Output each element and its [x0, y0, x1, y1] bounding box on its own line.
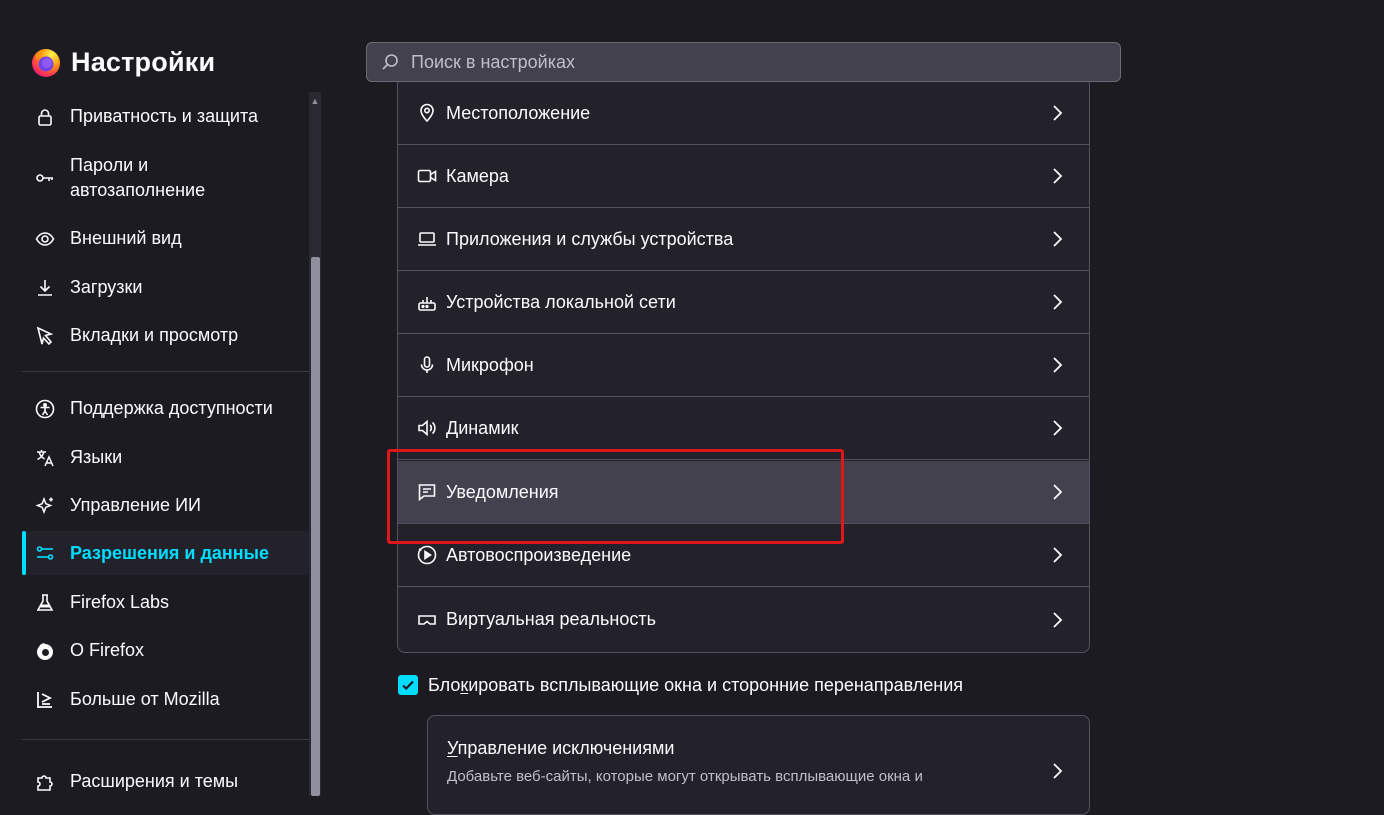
- permission-label: Местоположение: [446, 102, 591, 123]
- sidebar-item-label: Внешний вид: [70, 228, 182, 248]
- sidebar-scrollbar-thumb[interactable]: [311, 257, 320, 796]
- sidebar-item-privacy[interactable]: Приватность и защита: [22, 104, 310, 129]
- mozilla-icon: [34, 689, 56, 711]
- sidebar-item-languages[interactable]: Языки: [22, 445, 310, 470]
- sidebar-item-extensions[interactable]: Расширения и темы: [22, 769, 310, 794]
- sidebar-item-passwords[interactable]: Пароли и автозаполнение: [22, 153, 310, 203]
- puzzle-icon: [34, 771, 56, 793]
- firefox-icon: [34, 640, 56, 662]
- translate-icon: [34, 447, 56, 469]
- block-popups-label[interactable]: Блокировать всплывающие окна и сторонние…: [428, 675, 963, 696]
- sidebar-item-label: Больше от Mozilla: [70, 689, 220, 709]
- flask-icon: [34, 592, 56, 614]
- sidebar-item-tabs[interactable]: Вкладки и просмотр: [22, 323, 310, 348]
- manage-exceptions-title: Управление исключениями: [447, 738, 675, 758]
- notification-icon: [416, 481, 438, 503]
- permission-label: Динамик: [446, 417, 519, 438]
- camera-icon: [416, 165, 438, 187]
- sidebar-item-label: Вкладки и просмотр: [70, 325, 239, 345]
- permission-label: Автовоспроизведение: [446, 544, 632, 565]
- block-popups-setting[interactable]: Блокировать всплывающие окна и сторонние…: [398, 673, 963, 697]
- permission-row-camera[interactable]: Камера: [398, 145, 1089, 208]
- brand-header: Настройки: [30, 44, 215, 80]
- chevron-right-icon: [1053, 611, 1063, 628]
- page-title: Настройки: [71, 46, 216, 77]
- sliders-icon: [34, 542, 56, 564]
- sidebar-nav: Приватность и защита Пароли и автозаполн…: [22, 92, 310, 796]
- sidebar-item-downloads[interactable]: Загрузки: [22, 275, 310, 300]
- permission-row-local-network[interactable]: Устройства локальной сети: [398, 271, 1089, 334]
- chevron-right-icon: [1053, 484, 1063, 500]
- manage-exceptions-button[interactable]: Управление исключениями Добавьте веб-сай…: [427, 715, 1090, 815]
- permission-label: Виртуальная реальность: [446, 609, 656, 629]
- search-input[interactable]: [409, 50, 1069, 74]
- block-popups-checkbox[interactable]: [398, 675, 418, 695]
- chevron-right-icon: [1053, 168, 1063, 184]
- location-icon: [416, 102, 438, 124]
- search-icon: [382, 54, 398, 70]
- permission-label: Камера: [446, 165, 509, 186]
- permission-row-autoplay[interactable]: Автовоспроизведение: [398, 524, 1089, 587]
- laptop-icon: [416, 228, 438, 250]
- permission-row-speaker[interactable]: Динамик: [398, 397, 1089, 460]
- sidebar-item-ai-control[interactable]: Управление ИИ: [22, 493, 310, 518]
- sidebar-item-label: Firefox Labs: [70, 592, 170, 612]
- sidebar-item-label: Расширения и темы: [70, 771, 239, 791]
- sidebar: Настройки Приватность и защита Пароли и …: [0, 0, 322, 796]
- microphone-icon: [416, 354, 438, 376]
- sidebar-item-more-mozilla[interactable]: Больше от Mozilla: [22, 687, 310, 712]
- sidebar-item-label: Разрешения и данные: [70, 542, 270, 563]
- checkmark-icon: [402, 680, 414, 691]
- search-box[interactable]: [366, 42, 1121, 82]
- eye-icon: [34, 228, 56, 250]
- permission-row-device-apps[interactable]: Приложения и службы устройства: [398, 208, 1089, 271]
- permission-row-microphone[interactable]: Микрофон: [398, 334, 1089, 397]
- cursor-icon: [34, 325, 56, 347]
- sidebar-item-accessibility[interactable]: Поддержка доступности: [22, 396, 310, 421]
- sidebar-item-label: О Firefox: [70, 640, 145, 660]
- chevron-right-icon: [1053, 547, 1063, 563]
- autoplay-icon: [416, 544, 438, 566]
- permissions-list: Местоположение Камера Приложения и служб…: [397, 82, 1090, 653]
- sidebar-item-label: Пароли и: [70, 155, 149, 175]
- sidebar-divider: [22, 371, 310, 372]
- permission-label: Микрофон: [446, 354, 534, 375]
- chevron-right-icon: [1053, 231, 1063, 247]
- sidebar-item-permissions[interactable]: Разрешения и данные: [22, 531, 310, 575]
- sidebar-divider: [22, 739, 310, 740]
- chevron-right-icon: [1053, 357, 1063, 373]
- sidebar-item-appearance[interactable]: Внешний вид: [22, 226, 310, 251]
- lock-icon: [34, 106, 56, 128]
- router-icon: [416, 291, 438, 313]
- accessibility-icon: [34, 398, 56, 420]
- chevron-right-icon: [1053, 420, 1063, 436]
- sidebar-item-about[interactable]: О Firefox: [22, 638, 310, 663]
- speaker-icon: [416, 417, 438, 439]
- scroll-up-arrow-icon[interactable]: ▲: [310, 96, 320, 106]
- download-icon: [34, 277, 56, 299]
- chevron-right-icon: [1053, 763, 1063, 779]
- sidebar-item-label: Поддержка доступности: [70, 398, 273, 418]
- permission-row-notifications[interactable]: Уведомления: [398, 461, 1089, 524]
- chevron-right-icon: [1053, 294, 1063, 310]
- manage-exceptions-description: Добавьте веб-сайты, которые могут открыв…: [447, 768, 923, 785]
- chevron-right-icon: [1053, 105, 1063, 121]
- sidebar-item-label: Приватность и защита: [70, 106, 259, 126]
- permission-label: Приложения и службы устройства: [446, 228, 734, 249]
- permission-label: Устройства локальной сети: [446, 291, 676, 312]
- sidebar-item-label-line2: автозаполнение: [70, 180, 206, 200]
- key-icon: [34, 167, 56, 189]
- permission-row-vr[interactable]: Виртуальная реальность: [398, 588, 1089, 651]
- sidebar-item-label: Управление ИИ: [70, 495, 201, 515]
- sparkle-icon: [34, 495, 56, 517]
- firefox-logo-icon: [32, 49, 60, 77]
- vr-icon: [416, 609, 438, 631]
- permission-row-location[interactable]: Местоположение: [398, 82, 1089, 145]
- sidebar-item-label: Языки: [70, 447, 123, 467]
- sidebar-item-label: Загрузки: [70, 277, 143, 297]
- permission-label: Уведомления: [446, 481, 559, 502]
- sidebar-item-firefox-labs[interactable]: Firefox Labs: [22, 590, 310, 615]
